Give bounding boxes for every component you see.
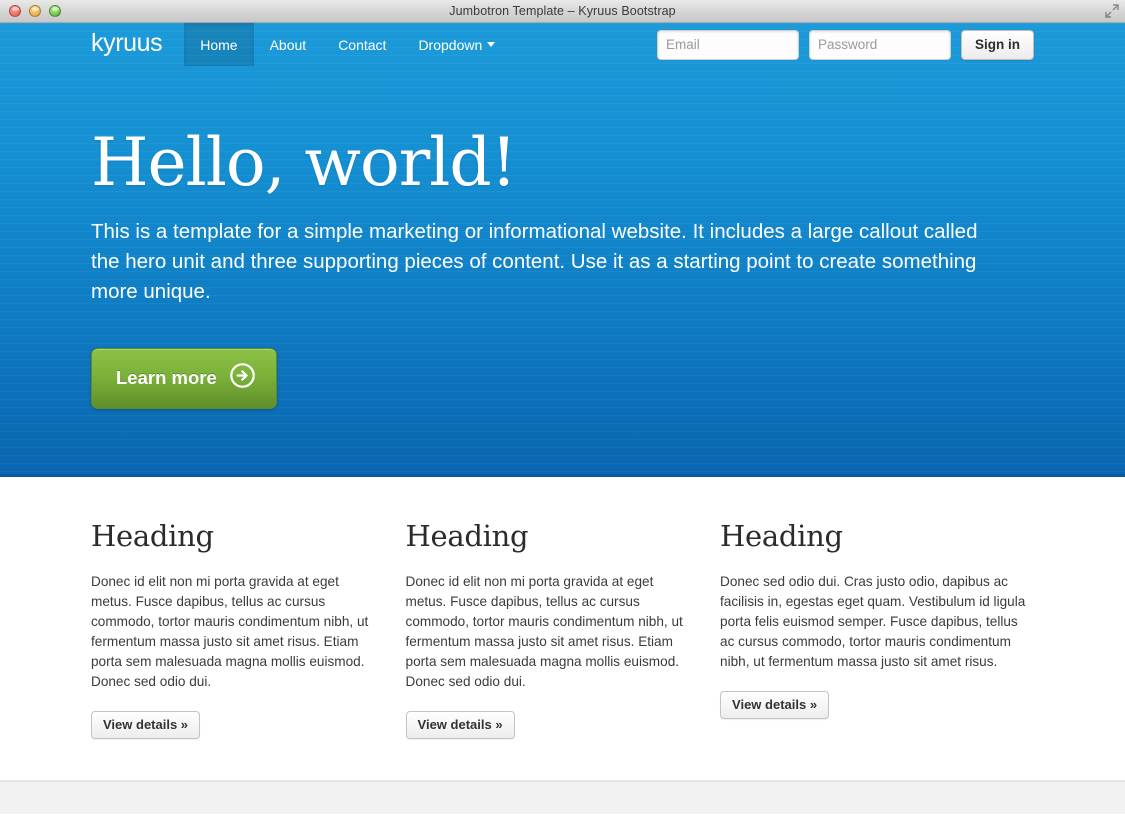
- feature-column: Heading Donec id elit non mi porta gravi…: [405, 519, 721, 739]
- column-heading: Heading: [720, 519, 843, 553]
- nav-item-contact[interactable]: Contact: [322, 23, 402, 66]
- nav-item-home[interactable]: Home: [184, 23, 254, 66]
- feature-column: Heading Donec sed odio dui. Cras justo o…: [720, 519, 1034, 739]
- password-field[interactable]: [809, 29, 951, 60]
- email-field[interactable]: [657, 29, 799, 60]
- learn-more-button[interactable]: Learn more: [91, 348, 277, 410]
- column-text: Donec id elit non mi porta gravida at eg…: [405, 574, 683, 689]
- brand-logo[interactable]: kyruus: [91, 23, 163, 66]
- learn-more-label: Learn more: [116, 367, 217, 389]
- view-details-button[interactable]: View details »: [91, 711, 201, 739]
- column-heading: Heading: [405, 519, 529, 553]
- column-text: Donec id elit non mi porta gravida at eg…: [91, 574, 369, 689]
- signin-button[interactable]: Sign in: [961, 29, 1034, 60]
- window-titlebar: Jumbotron Template – Kyruus Bootstrap: [0, 0, 1125, 23]
- feature-columns: Heading Donec id elit non mi porta gravi…: [0, 477, 1125, 739]
- window-title: Jumbotron Template – Kyruus Bootstrap: [449, 4, 676, 18]
- hero-content: Hello, world! This is a template for a s…: [0, 66, 1125, 410]
- hero-jumbotron: kyruus Home About Contact Dropdown Sign …: [0, 23, 1125, 477]
- feature-column: Heading Donec id elit non mi porta gravi…: [91, 519, 406, 739]
- navbar: kyruus Home About Contact Dropdown Sign …: [0, 23, 1125, 66]
- nav-item-dropdown[interactable]: Dropdown: [402, 23, 511, 66]
- nav-item-contact-label: Contact: [338, 36, 387, 53]
- nav-item-about-label: About: [269, 36, 307, 53]
- signin-form: Sign in: [657, 23, 1034, 66]
- column-heading: Heading: [91, 519, 214, 553]
- hero-title: Hello, world!: [91, 124, 517, 201]
- nav-menu: Home About Contact Dropdown: [184, 23, 511, 66]
- page-footer: [0, 781, 1125, 814]
- nav-item-about[interactable]: About: [254, 23, 323, 66]
- chevron-down-icon: [487, 42, 496, 47]
- nav-item-dropdown-label: Dropdown: [418, 36, 483, 53]
- nav-item-home-label: Home: [200, 36, 238, 53]
- view-details-button[interactable]: View details »: [405, 711, 515, 739]
- fullscreen-icon[interactable]: [1104, 3, 1120, 19]
- arrow-right-circle-icon: [229, 363, 255, 393]
- column-text: Donec sed odio dui. Cras justo odio, dap…: [720, 574, 1026, 669]
- hero-lead-text: This is a template for a simple marketin…: [91, 220, 978, 304]
- view-details-button[interactable]: View details »: [720, 691, 830, 719]
- content-spacer: [0, 739, 1125, 780]
